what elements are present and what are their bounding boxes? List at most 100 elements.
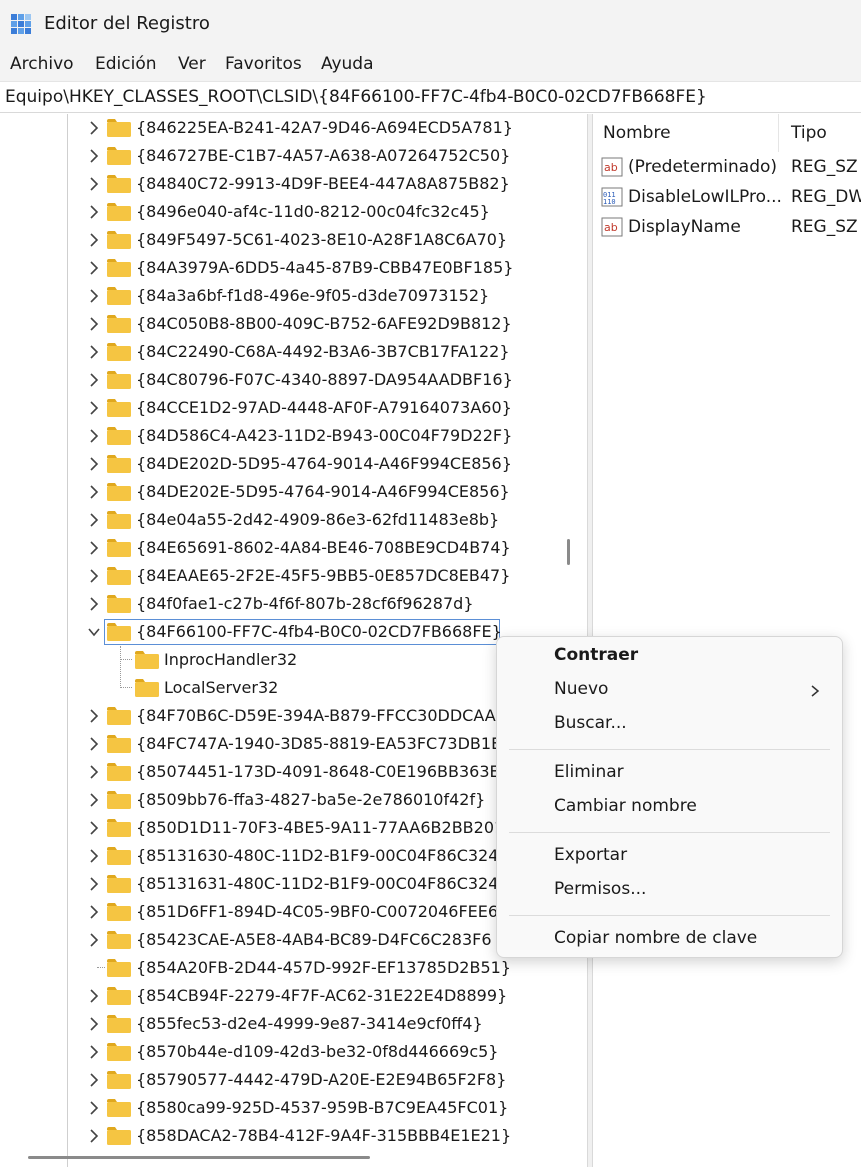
- tree-key-row[interactable]: {84C80796-F07C-4340-8897-DA954AADBF16}: [0, 366, 587, 394]
- chevron-right-icon[interactable]: [86, 428, 102, 444]
- tree-key-label: {84D586C4-A423-11D2-B943-00C04F79D22F}: [136, 426, 513, 445]
- column-separator[interactable]: [778, 114, 779, 152]
- column-header-name[interactable]: Nombre: [603, 114, 671, 152]
- chevron-right-icon[interactable]: [86, 400, 102, 416]
- tree-key-row[interactable]: {84C050B8-8B00-409C-B752-6AFE92D9B812}: [0, 310, 587, 338]
- menu-archivo[interactable]: Archivo: [10, 54, 74, 74]
- value-row[interactable]: 011 110 DisableLowILPro... REG_DW: [593, 182, 861, 212]
- chevron-right-icon[interactable]: [86, 848, 102, 864]
- chevron-right-icon[interactable]: [86, 820, 102, 836]
- chevron-right-icon[interactable]: [86, 568, 102, 584]
- menu-edicion[interactable]: Edición: [95, 54, 157, 74]
- menu-item-copy-key-name[interactable]: Copiar nombre de clave: [497, 924, 842, 956]
- menu-item-export[interactable]: Exportar: [497, 841, 842, 873]
- chevron-right-icon[interactable]: [86, 932, 102, 948]
- tree-key-row[interactable]: {846727BE-C1B7-4A57-A638-A07264752C50}: [0, 142, 587, 170]
- menu-item-find[interactable]: Buscar...: [497, 709, 842, 741]
- chevron-right-icon[interactable]: [86, 456, 102, 472]
- tree-key-row[interactable]: {84EAAE65-2F2E-45F5-9BB5-0E857DC8EB47}: [0, 562, 587, 590]
- window-title: Editor del Registro: [44, 13, 210, 34]
- menu-ver[interactable]: Ver: [178, 54, 206, 74]
- value-row[interactable]: ab (Predeterminado) REG_SZ: [593, 152, 861, 182]
- tree-key-label: {854CB94F-2279-4F7F-AC62-31E22E4D8899}: [136, 986, 508, 1005]
- chevron-right-icon[interactable]: [86, 764, 102, 780]
- tree-key-label: {85131631-480C-11D2-B1F9-00C04F86C324}: [136, 874, 509, 893]
- chevron-right-icon[interactable]: [86, 988, 102, 1004]
- value-name: DisplayName: [628, 217, 741, 237]
- chevron-right-icon[interactable]: [86, 708, 102, 724]
- chevron-right-icon[interactable]: [86, 1128, 102, 1144]
- chevron-right-icon[interactable]: [86, 176, 102, 192]
- chevron-right-icon[interactable]: [86, 1044, 102, 1060]
- address-path[interactable]: Equipo\HKEY_CLASSES_ROOT\CLSID\{84F66100…: [5, 87, 707, 107]
- tree-key-row[interactable]: {84A3979A-6DD5-4a45-87B9-CBB47E0BF185}: [0, 254, 587, 282]
- tree-key-label: {8509bb76-ffa3-4827-ba5e-2e786010f42f}: [136, 790, 486, 809]
- tree-key-row[interactable]: {849F5497-5C61-4023-8E10-A28F1A8C6A70}: [0, 226, 587, 254]
- chevron-right-icon[interactable]: [86, 1100, 102, 1116]
- tree-horizontal-scrollbar[interactable]: [28, 1156, 370, 1159]
- tree-vertical-scrollbar[interactable]: [567, 539, 570, 565]
- menu-favoritos[interactable]: Favoritos: [225, 54, 302, 74]
- tree-key-row[interactable]: {84DE202D-5D95-4764-9014-A46F994CE856}: [0, 450, 587, 478]
- tree-key-label: {8570b44e-d109-42d3-be32-0f8d446669c5}: [136, 1042, 499, 1061]
- menu-item-delete[interactable]: Eliminar: [497, 758, 842, 790]
- column-header-type[interactable]: Tipo: [791, 114, 827, 152]
- chevron-down-icon[interactable]: [86, 624, 102, 640]
- chevron-right-icon[interactable]: [86, 792, 102, 808]
- tree-key-label: {84F70B6C-D59E-394A-B879-FFCC30DDCAA: [136, 706, 496, 725]
- tree-key-row[interactable]: {84E65691-8602-4A84-BE46-708BE9CD4B74}: [0, 534, 587, 562]
- address-bar[interactable]: Equipo\HKEY_CLASSES_ROOT\CLSID\{84F66100…: [0, 81, 861, 113]
- folder-icon: [107, 511, 131, 529]
- tree-key-row[interactable]: {854A20FB-2D44-457D-992F-EF13785D2B51}: [0, 954, 587, 982]
- tree-key-row[interactable]: {858DACA2-78B4-412F-9A4F-315BBB4E1E21}: [0, 1122, 587, 1150]
- folder-icon: [107, 791, 131, 809]
- chevron-right-icon[interactable]: [86, 148, 102, 164]
- chevron-right-icon[interactable]: [86, 596, 102, 612]
- chevron-right-icon[interactable]: [86, 512, 102, 528]
- menu-item-new[interactable]: Nuevo: [497, 675, 842, 707]
- folder-icon: [107, 567, 131, 585]
- tree-key-row[interactable]: {8570b44e-d109-42d3-be32-0f8d446669c5}: [0, 1038, 587, 1066]
- chevron-right-icon[interactable]: [86, 1072, 102, 1088]
- tree-key-row[interactable]: {84a3a6bf-f1d8-496e-9f05-d3de70973152}: [0, 282, 587, 310]
- tree-key-row[interactable]: {84840C72-9913-4D9F-BEE4-447A8A875B82}: [0, 170, 587, 198]
- tree-key-row[interactable]: {8580ca99-925D-4537-959B-B7C9EA45FC01}: [0, 1094, 587, 1122]
- chevron-right-icon[interactable]: [86, 316, 102, 332]
- folder-icon: [107, 539, 131, 557]
- folder-icon: [107, 371, 131, 389]
- tree-key-label: {84A3979A-6DD5-4a45-87B9-CBB47E0BF185}: [136, 258, 514, 277]
- folder-icon: [107, 819, 131, 837]
- chevron-right-icon[interactable]: [86, 876, 102, 892]
- tree-key-row[interactable]: {854CB94F-2279-4F7F-AC62-31E22E4D8899}: [0, 982, 587, 1010]
- chevron-right-icon[interactable]: [86, 904, 102, 920]
- chevron-right-icon[interactable]: [86, 1016, 102, 1032]
- chevron-right-icon[interactable]: [86, 204, 102, 220]
- menu-item-collapse[interactable]: Contraer: [497, 641, 842, 673]
- folder-icon: [135, 651, 159, 669]
- chevron-right-icon[interactable]: [86, 372, 102, 388]
- tree-key-row[interactable]: {84f0fae1-c27b-4f6f-807b-28cf6f96287d}: [0, 590, 587, 618]
- chevron-right-icon[interactable]: [86, 344, 102, 360]
- tree-key-row[interactable]: {855fec53-d2e4-4999-9e87-3414e9cf0ff4}: [0, 1010, 587, 1038]
- tree-key-row[interactable]: {846225EA-B241-42A7-9D46-A694ECD5A781}: [0, 114, 587, 142]
- chevron-right-icon[interactable]: [86, 540, 102, 556]
- tree-key-row[interactable]: {85790577-4442-479D-A20E-E2E94B65F2F8}: [0, 1066, 587, 1094]
- menu-item-rename[interactable]: Cambiar nombre: [497, 792, 842, 824]
- chevron-right-icon[interactable]: [86, 736, 102, 752]
- chevron-right-icon[interactable]: [86, 260, 102, 276]
- chevron-right-icon[interactable]: [86, 484, 102, 500]
- tree-key-row[interactable]: {84DE202E-5D95-4764-9014-A46F994CE856}: [0, 478, 587, 506]
- tree-key-label: {854A20FB-2D44-457D-992F-EF13785D2B51}: [136, 958, 511, 977]
- chevron-right-icon[interactable]: [86, 232, 102, 248]
- menu-item-label: Contraer: [554, 645, 639, 665]
- tree-key-row[interactable]: {84e04a55-2d42-4909-86e3-62fd11483e8b}: [0, 506, 587, 534]
- tree-key-row[interactable]: {8496e040-af4c-11d0-8212-00c04fc32c45}: [0, 198, 587, 226]
- tree-key-row[interactable]: {84D586C4-A423-11D2-B943-00C04F79D22F}: [0, 422, 587, 450]
- menu-item-permissions[interactable]: Permisos...: [497, 875, 842, 907]
- chevron-right-icon[interactable]: [86, 288, 102, 304]
- menu-ayuda[interactable]: Ayuda: [321, 54, 374, 74]
- value-row[interactable]: ab DisplayName REG_SZ: [593, 212, 861, 242]
- tree-key-row[interactable]: {84CCE1D2-97AD-4448-AF0F-A79164073A60}: [0, 394, 587, 422]
- tree-key-row[interactable]: {84C22490-C68A-4492-B3A6-3B7CB17FA122}: [0, 338, 587, 366]
- chevron-right-icon[interactable]: [86, 120, 102, 136]
